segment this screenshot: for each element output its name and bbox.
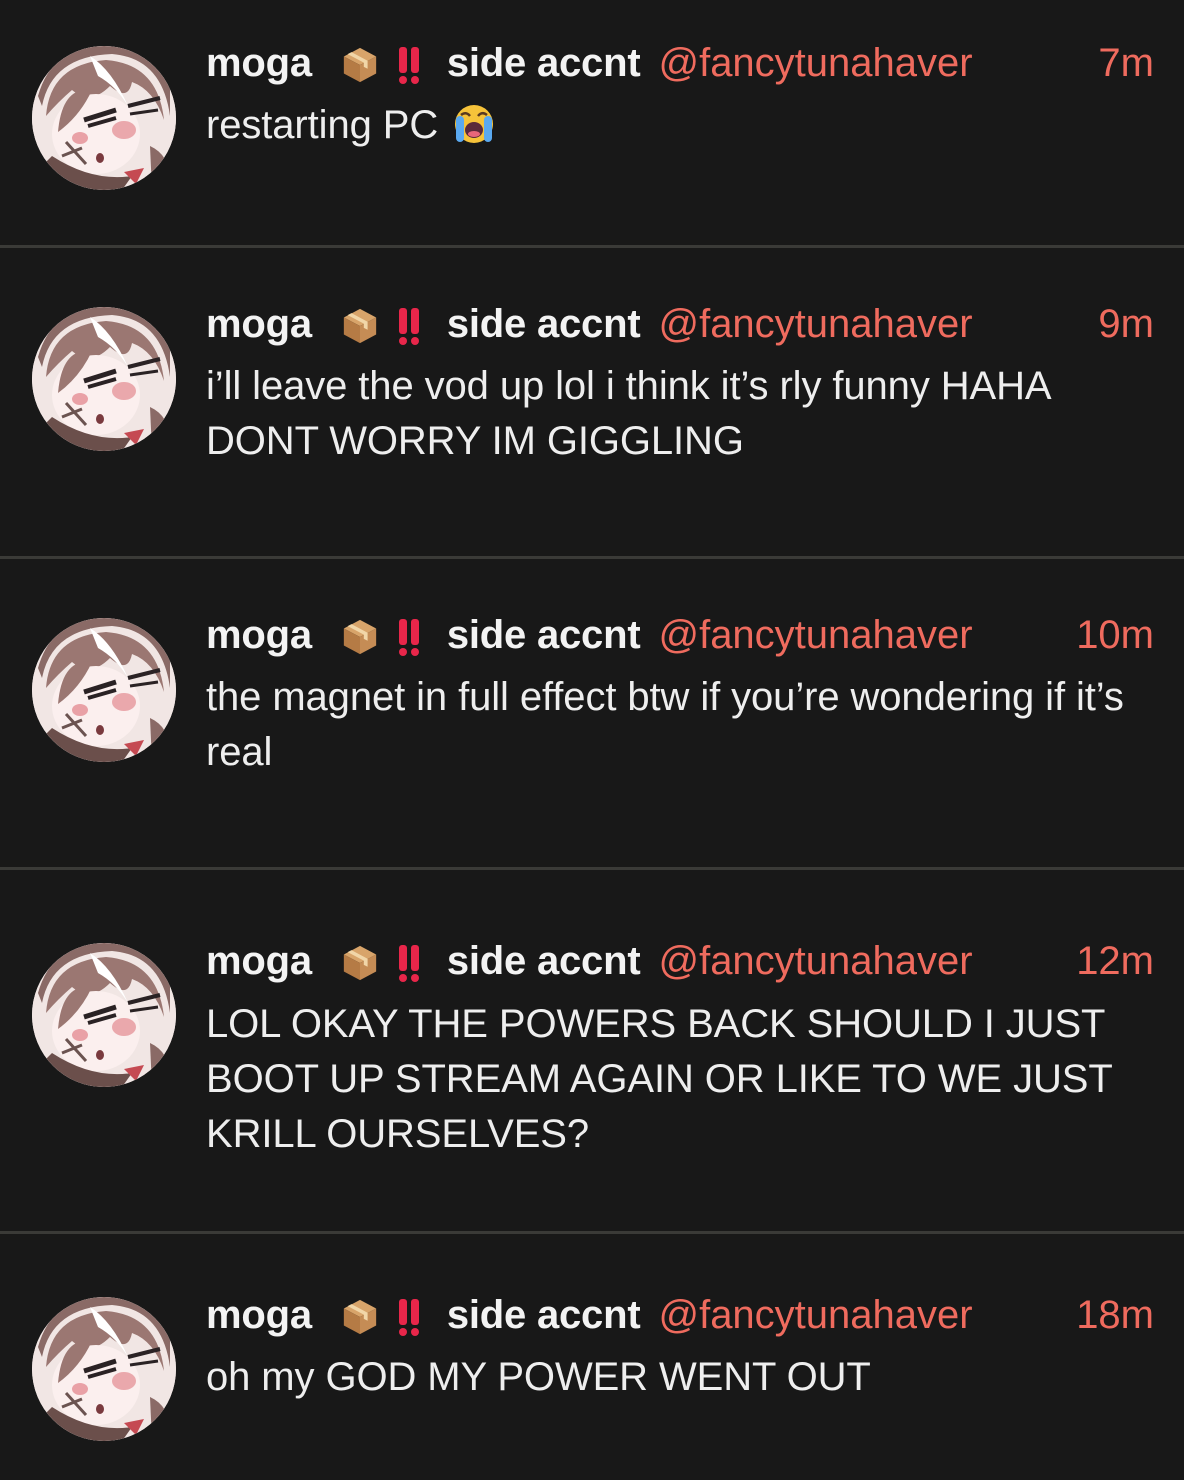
post-text: i’ll leave the vod up lol i think it’s r… <box>206 364 1050 463</box>
feed: moga side accnt @fancytunahaver 7m resta… <box>0 0 1184 1480</box>
avatar[interactable] <box>32 307 176 451</box>
post-timestamp[interactable]: 18m <box>1076 1293 1154 1338</box>
post-timestamp[interactable]: 9m <box>1098 302 1154 347</box>
package-icon <box>341 1298 379 1336</box>
user-handle[interactable]: @fancytunahaver <box>658 1293 972 1338</box>
post-timestamp[interactable]: 10m <box>1076 613 1154 658</box>
package-icon <box>341 307 379 345</box>
double-exclamation-icon <box>397 1297 421 1337</box>
post-text: oh my GOD MY POWER WENT OUT <box>206 1355 871 1399</box>
display-name-main: moga <box>206 301 312 346</box>
post-header: moga side accnt @fancytunahaver 10m <box>206 612 1154 658</box>
double-exclamation-icon <box>397 617 421 657</box>
user-handle[interactable]: @fancytunahaver <box>658 613 972 658</box>
display-name-main: moga <box>206 40 312 85</box>
avatar[interactable] <box>32 618 176 762</box>
display-name[interactable]: moga side accnt <box>206 1292 641 1338</box>
display-name-main: moga <box>206 938 312 983</box>
display-name-main: moga <box>206 612 312 657</box>
avatar[interactable] <box>32 1297 176 1441</box>
post-header: moga side accnt @fancytunahaver 7m <box>206 40 1154 86</box>
post-text: the magnet in full effect btw if you’re … <box>206 675 1124 774</box>
display-name-suffix: side accnt <box>446 612 641 657</box>
post-item[interactable]: moga side accnt @fancytunahaver 12m LOL … <box>0 870 1184 1231</box>
post-item[interactable]: moga side accnt @fancytunahaver 18m oh m… <box>0 1234 1184 1480</box>
display-name-suffix: side accnt <box>446 1292 641 1337</box>
post-timestamp[interactable]: 12m <box>1076 939 1154 984</box>
post-text: restarting PC <box>206 98 1156 153</box>
display-name[interactable]: moga side accnt <box>206 40 641 86</box>
display-name[interactable]: moga side accnt <box>206 938 641 984</box>
display-name[interactable]: moga side accnt <box>206 612 641 658</box>
display-name-suffix: side accnt <box>446 938 641 983</box>
post-header: moga side accnt @fancytunahaver 18m <box>206 1292 1154 1338</box>
post-header: moga side accnt @fancytunahaver 12m <box>206 938 1154 984</box>
post-text-content: restarting PC <box>206 103 439 147</box>
post-timestamp[interactable]: 7m <box>1098 41 1154 86</box>
post-item[interactable]: moga side accnt @fancytunahaver 10m the … <box>0 559 1184 867</box>
avatar[interactable] <box>32 943 176 1087</box>
package-icon <box>341 46 379 84</box>
post-item[interactable]: moga side accnt @fancytunahaver 7m resta… <box>0 0 1184 245</box>
avatar[interactable] <box>32 46 176 190</box>
post-text: LOL OKAY THE POWERS BACK SHOULD I JUST B… <box>206 1002 1112 1156</box>
display-name[interactable]: moga side accnt <box>206 301 641 347</box>
display-name-suffix: side accnt <box>446 40 641 85</box>
double-exclamation-icon <box>397 45 421 85</box>
user-handle[interactable]: @fancytunahaver <box>658 939 972 984</box>
double-exclamation-icon <box>397 943 421 983</box>
user-handle[interactable]: @fancytunahaver <box>658 41 972 86</box>
display-name-main: moga <box>206 1292 312 1337</box>
user-handle[interactable]: @fancytunahaver <box>658 302 972 347</box>
double-exclamation-icon <box>397 306 421 346</box>
display-name-suffix: side accnt <box>446 301 641 346</box>
package-icon <box>341 944 379 982</box>
post-header: moga side accnt @fancytunahaver 9m <box>206 301 1154 347</box>
package-icon <box>341 618 379 656</box>
loudly-crying-face-icon <box>452 102 496 146</box>
post-item[interactable]: moga side accnt @fancytunahaver 9m i’ll … <box>0 248 1184 556</box>
